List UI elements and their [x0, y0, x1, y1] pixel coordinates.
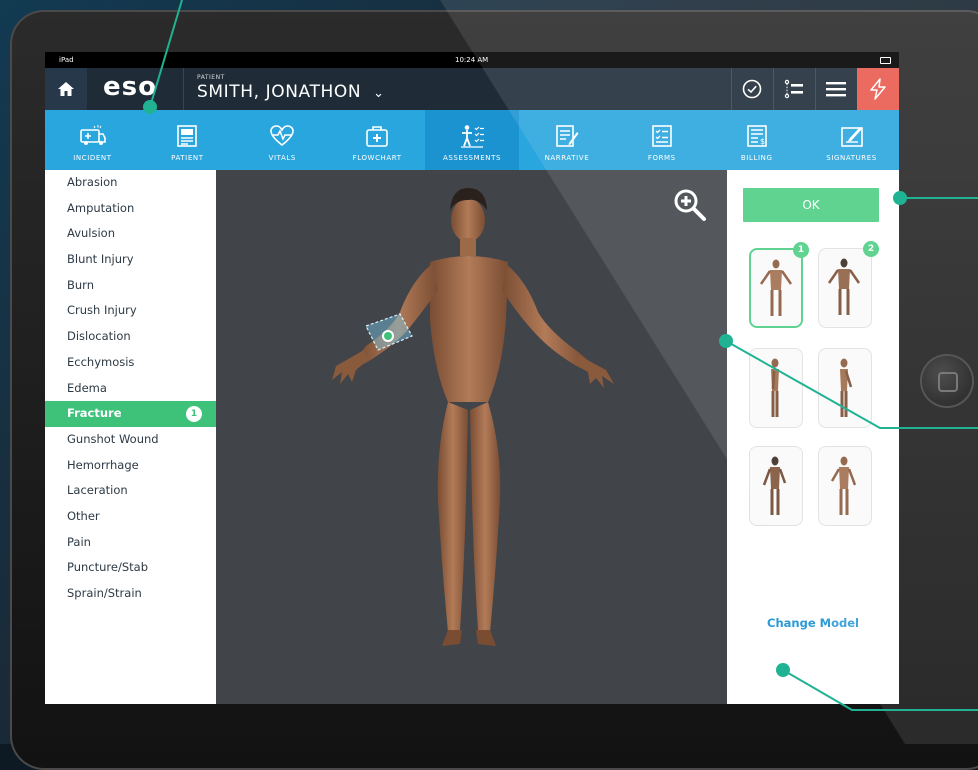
- ambulance-icon: [80, 125, 107, 145]
- tab-billing[interactable]: $ BILLING: [709, 110, 804, 170]
- timeline-button[interactable]: [773, 68, 815, 110]
- list-item[interactable]: Laceration: [45, 478, 216, 504]
- injury-type-list: Abrasion Amputation Avulsion Blunt Injur…: [45, 170, 228, 704]
- body-torso[interactable]: [430, 256, 508, 402]
- model-thumbnail[interactable]: 1: [749, 242, 809, 328]
- model-angle-thumbnail: [762, 456, 787, 515]
- menu-button[interactable]: [815, 68, 857, 110]
- model-angle-thumbnail: [830, 456, 857, 515]
- list-item[interactable]: Avulsion: [45, 221, 216, 247]
- patient-name: SMITH, JONATHON: [197, 82, 362, 102]
- model-thumbnail[interactable]: [818, 446, 872, 526]
- body-right-leg[interactable]: [437, 402, 468, 632]
- list-item[interactable]: Crush Injury: [45, 298, 216, 324]
- model-thumbnail[interactable]: [749, 446, 803, 526]
- tab-label: FLOWCHART: [352, 154, 402, 162]
- list-item[interactable]: Burn: [45, 273, 216, 299]
- check-circle-icon: [742, 79, 762, 99]
- ok-button[interactable]: OK: [743, 188, 879, 222]
- timeline-icon: [784, 79, 803, 99]
- tab-label: VITALS: [268, 154, 296, 162]
- app-header: eso PATIENT SMITH, JONATHON ⌄: [45, 68, 899, 110]
- body-left-arm[interactable]: [502, 264, 588, 368]
- tab-label: FORMS: [647, 154, 676, 162]
- body-model: [332, 188, 614, 646]
- home-icon: [58, 82, 74, 96]
- header-divider: [183, 68, 184, 110]
- injury-count-badge: 1: [186, 406, 202, 423]
- bolt-icon: [870, 78, 886, 100]
- heart-pulse-icon: [270, 125, 295, 147]
- model-front-thumbnail: [759, 259, 793, 316]
- thumbnail-badge: 2: [863, 241, 879, 257]
- status-time: 10:24 AM: [455, 56, 489, 64]
- model-panel: OK 1 2 Change Model: [727, 170, 899, 704]
- body-head[interactable]: [451, 198, 485, 242]
- tab-label: ASSESSMENTS: [443, 154, 502, 162]
- tab-incident[interactable]: INCIDENT: [45, 110, 140, 170]
- tab-patient[interactable]: PATIENT: [140, 110, 235, 170]
- tab-vitals[interactable]: VITALS: [235, 110, 330, 170]
- chevron-down-icon: ⌄: [373, 86, 385, 101]
- patient-selector[interactable]: PATIENT SMITH, JONATHON ⌄: [197, 74, 385, 102]
- validate-button[interactable]: [731, 68, 773, 110]
- model-side-thumbnail: [840, 358, 853, 417]
- assessment-icon: [461, 125, 484, 148]
- quick-action-button[interactable]: [857, 68, 899, 110]
- model-side-thumbnail: [771, 358, 779, 417]
- tab-label: SIGNATURES: [826, 154, 877, 162]
- narrative-icon: [556, 125, 579, 147]
- list-item[interactable]: Amputation: [45, 196, 216, 222]
- device-label: iPad: [59, 56, 74, 64]
- battery-icon: [880, 57, 891, 64]
- patient-label: PATIENT: [197, 74, 225, 81]
- home-button[interactable]: [45, 68, 87, 110]
- tab-label: PATIENT: [171, 154, 204, 162]
- body-left-leg[interactable]: [470, 402, 501, 632]
- menu-icon: [826, 82, 846, 97]
- tab-label: BILLING: [740, 154, 773, 162]
- list-item[interactable]: Ecchymosis: [45, 350, 216, 376]
- list-item[interactable]: Abrasion: [45, 170, 216, 196]
- list-item[interactable]: Blunt Injury: [45, 247, 216, 273]
- model-thumbnail[interactable]: [749, 348, 803, 428]
- list-item[interactable]: Gunshot Wound: [45, 427, 216, 453]
- body-model-viewer[interactable]: [216, 170, 727, 704]
- eso-logo: eso: [103, 72, 157, 102]
- app-screen: iPad 10:24 AM eso PATIENT SMITH, JONATHO…: [45, 52, 899, 704]
- tab-label: NARRATIVE: [544, 154, 590, 162]
- zoom-in-icon: [674, 189, 706, 221]
- forms-icon: [651, 125, 672, 147]
- section-tabs: INCIDENT PATIENT VITALS FLOWCHART ASSESS…: [45, 110, 899, 170]
- list-item-selected[interactable]: Fracture 1: [45, 401, 228, 427]
- list-item[interactable]: Puncture/Stab: [45, 555, 216, 581]
- svg-text:$: $: [760, 137, 765, 146]
- tab-label: INCIDENT: [73, 154, 112, 162]
- list-item[interactable]: Sprain/Strain: [45, 581, 216, 607]
- model-back-thumbnail: [827, 258, 861, 315]
- tab-flowchart[interactable]: FLOWCHART: [330, 110, 425, 170]
- status-bar: iPad 10:24 AM: [45, 52, 899, 68]
- list-item[interactable]: Dislocation: [45, 324, 216, 350]
- list-item[interactable]: Other: [45, 504, 216, 530]
- list-item[interactable]: Hemorrhage: [45, 453, 216, 479]
- tab-narrative[interactable]: NARRATIVE: [519, 110, 614, 170]
- list-item[interactable]: Edema: [45, 376, 216, 402]
- change-model-link[interactable]: Change Model: [727, 616, 899, 630]
- tab-assessments[interactable]: ASSESSMENTS: [424, 110, 520, 170]
- model-thumbnail[interactable]: 2: [818, 241, 879, 328]
- list-item[interactable]: Pain: [45, 530, 216, 556]
- tab-signatures[interactable]: SIGNATURES: [804, 110, 899, 170]
- billing-icon: $: [746, 125, 767, 147]
- signature-icon: [840, 127, 863, 147]
- body-right-arm[interactable]: [358, 264, 438, 364]
- tab-forms[interactable]: FORMS: [614, 110, 709, 170]
- ipad-home-button[interactable]: [922, 356, 972, 406]
- patient-card-icon: [177, 125, 198, 147]
- thumbnail-badge: 1: [793, 242, 809, 258]
- zoom-in-button[interactable]: [673, 188, 707, 226]
- medkit-icon: [366, 126, 388, 147]
- model-thumbnail[interactable]: [818, 348, 872, 428]
